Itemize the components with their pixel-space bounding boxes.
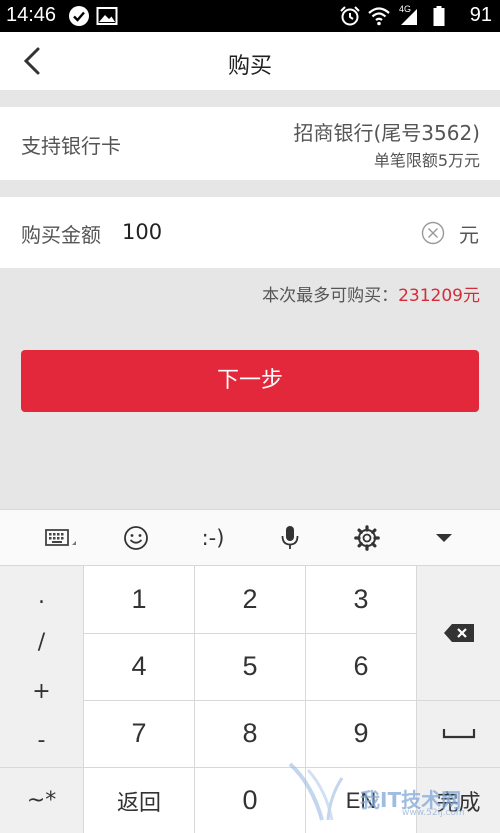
key-4[interactable]: 4 xyxy=(84,633,194,700)
collapse-keyboard-icon[interactable] xyxy=(427,522,461,554)
backspace-key[interactable] xyxy=(417,566,500,700)
symbol-key-slash[interactable]: / xyxy=(0,630,83,655)
bank-limit: 单笔限额5万元 xyxy=(373,151,480,170)
image-icon xyxy=(96,7,118,25)
symbol-key-minus[interactable]: - xyxy=(0,728,83,753)
max-purchase-prefix: 本次最多可购买： xyxy=(262,286,399,306)
amount-label: 购买金额 xyxy=(21,223,101,247)
key-8[interactable]: 8 xyxy=(195,700,305,767)
symbol-key-plus[interactable]: + xyxy=(0,679,83,704)
clear-icon[interactable] xyxy=(421,221,445,245)
space-key[interactable] xyxy=(417,700,500,767)
key-3[interactable]: 3 xyxy=(306,566,416,633)
key-7[interactable]: 7 xyxy=(84,700,194,767)
max-purchase-value: 231209元 xyxy=(398,286,480,306)
next-button[interactable]: 下一步 xyxy=(21,350,479,412)
back-key[interactable]: 返回 xyxy=(84,767,194,833)
tilde-key[interactable]: ~* xyxy=(0,767,83,833)
backspace-icon xyxy=(443,624,474,642)
bank-card-label: 支持银行卡 xyxy=(21,134,121,158)
max-purchase-info: 本次最多可购买：231209元 xyxy=(262,281,480,306)
bank-name: 招商银行(尾号3562) xyxy=(293,121,480,145)
amount-input[interactable] xyxy=(122,215,412,249)
key-9[interactable]: 9 xyxy=(306,700,416,767)
signal-icon xyxy=(401,9,417,25)
keyboard-icon[interactable] xyxy=(41,522,81,554)
settings-icon[interactable] xyxy=(350,522,384,554)
battery-level: 91 xyxy=(469,4,492,26)
smiley-icon[interactable] xyxy=(119,522,153,554)
status-bar: 14:46 4G 91 xyxy=(0,0,500,32)
page-title: 购买 xyxy=(227,54,272,79)
lang-switch-key[interactable]: EN xyxy=(306,767,416,833)
microphone-icon[interactable] xyxy=(273,522,307,554)
done-key[interactable]: 完成 xyxy=(417,767,500,833)
emoticon-text-button[interactable]: :-) xyxy=(194,522,232,554)
space-icon xyxy=(442,728,475,738)
check-circle-icon xyxy=(69,6,89,26)
nav-bar: 购买 xyxy=(0,32,500,90)
wifi-icon xyxy=(368,7,390,26)
symbol-key-dot[interactable]: . xyxy=(0,584,83,609)
battery-icon xyxy=(433,6,445,26)
numeric-keyboard: . / + - ~* 1 2 3 4 5 6 7 8 9 返回 0 EN 完成 xyxy=(0,565,500,833)
alarm-icon xyxy=(340,6,360,26)
key-2[interactable]: 2 xyxy=(195,566,305,633)
status-time: 14:46 xyxy=(6,4,57,26)
keyboard-toolbar: :-) xyxy=(0,509,500,565)
key-5[interactable]: 5 xyxy=(195,633,305,700)
key-6[interactable]: 6 xyxy=(306,633,416,700)
amount-row: 购买金额 元 xyxy=(0,197,500,268)
key-0[interactable]: 0 xyxy=(195,767,305,833)
amount-unit: 元 xyxy=(459,223,479,247)
key-1[interactable]: 1 xyxy=(84,566,194,633)
bank-card-row[interactable]: 支持银行卡 招商银行(尾号3562) 单笔限额5万元 xyxy=(0,107,500,180)
